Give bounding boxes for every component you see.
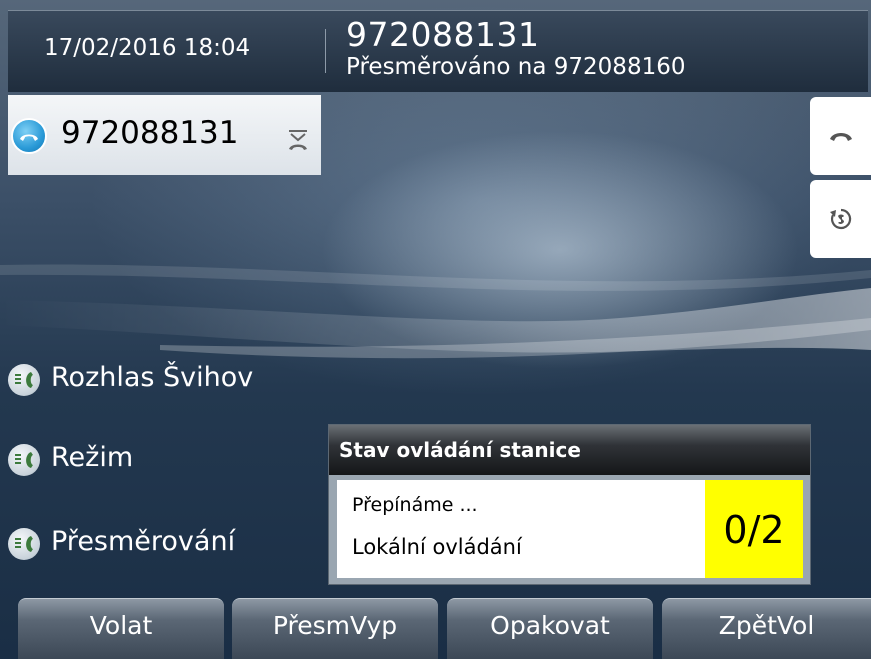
header-bar: 17/02/2016 18:04 972088131 Přesměrováno …: [8, 10, 868, 92]
forward-all-icon: [289, 130, 307, 150]
popup-counter-box: 0/2: [705, 480, 803, 578]
line-key[interactable]: 972088131: [8, 95, 321, 175]
popup-title: Stav ovládání stanice: [339, 438, 581, 462]
speed-dial-icon: [8, 528, 40, 560]
speed-dial-label: Přesměrování: [51, 526, 236, 557]
line-number: 972088131: [61, 115, 239, 151]
speed-dial-label: Režim: [51, 442, 134, 473]
header-divider: [325, 29, 326, 73]
speed-dial-icon: [8, 364, 40, 396]
redial-button[interactable]: [810, 180, 871, 258]
hangup-icon: [830, 133, 852, 141]
station-status-popup: Stav ovládání stanice Přepínáme ... Loká…: [328, 424, 811, 585]
softkey-opakovat[interactable]: Opakovat: [447, 598, 653, 659]
speed-dial-icon: [8, 444, 40, 476]
popup-counter: 0/2: [723, 508, 785, 552]
hangup-button[interactable]: [810, 97, 871, 175]
softkey-volat[interactable]: Volat: [18, 598, 224, 659]
speed-dial-label: Rozhlas Švihov: [51, 362, 254, 393]
popup-body: Přepínáme ... Lokální ovládání 0/2: [337, 480, 803, 578]
softkey-presmvyp[interactable]: PřesmVyp: [232, 598, 438, 659]
phone-screen: 17/02/2016 18:04 972088131 Přesměrováno …: [0, 0, 871, 659]
redial-icon: [830, 208, 852, 230]
popup-status-text: Přepínáme ...: [352, 494, 478, 516]
header-caller-number: 972088131: [346, 15, 540, 54]
handset-icon: [11, 118, 47, 154]
header-datetime: 17/02/2016 18:04: [44, 35, 251, 61]
popup-mode-text: Lokální ovládání: [352, 535, 522, 559]
header-forward-status: Přesměrováno na 972088160: [346, 54, 686, 80]
softkey-zpetvol[interactable]: ZpětVol: [662, 598, 871, 659]
popup-header: Stav ovládání stanice: [329, 425, 810, 475]
